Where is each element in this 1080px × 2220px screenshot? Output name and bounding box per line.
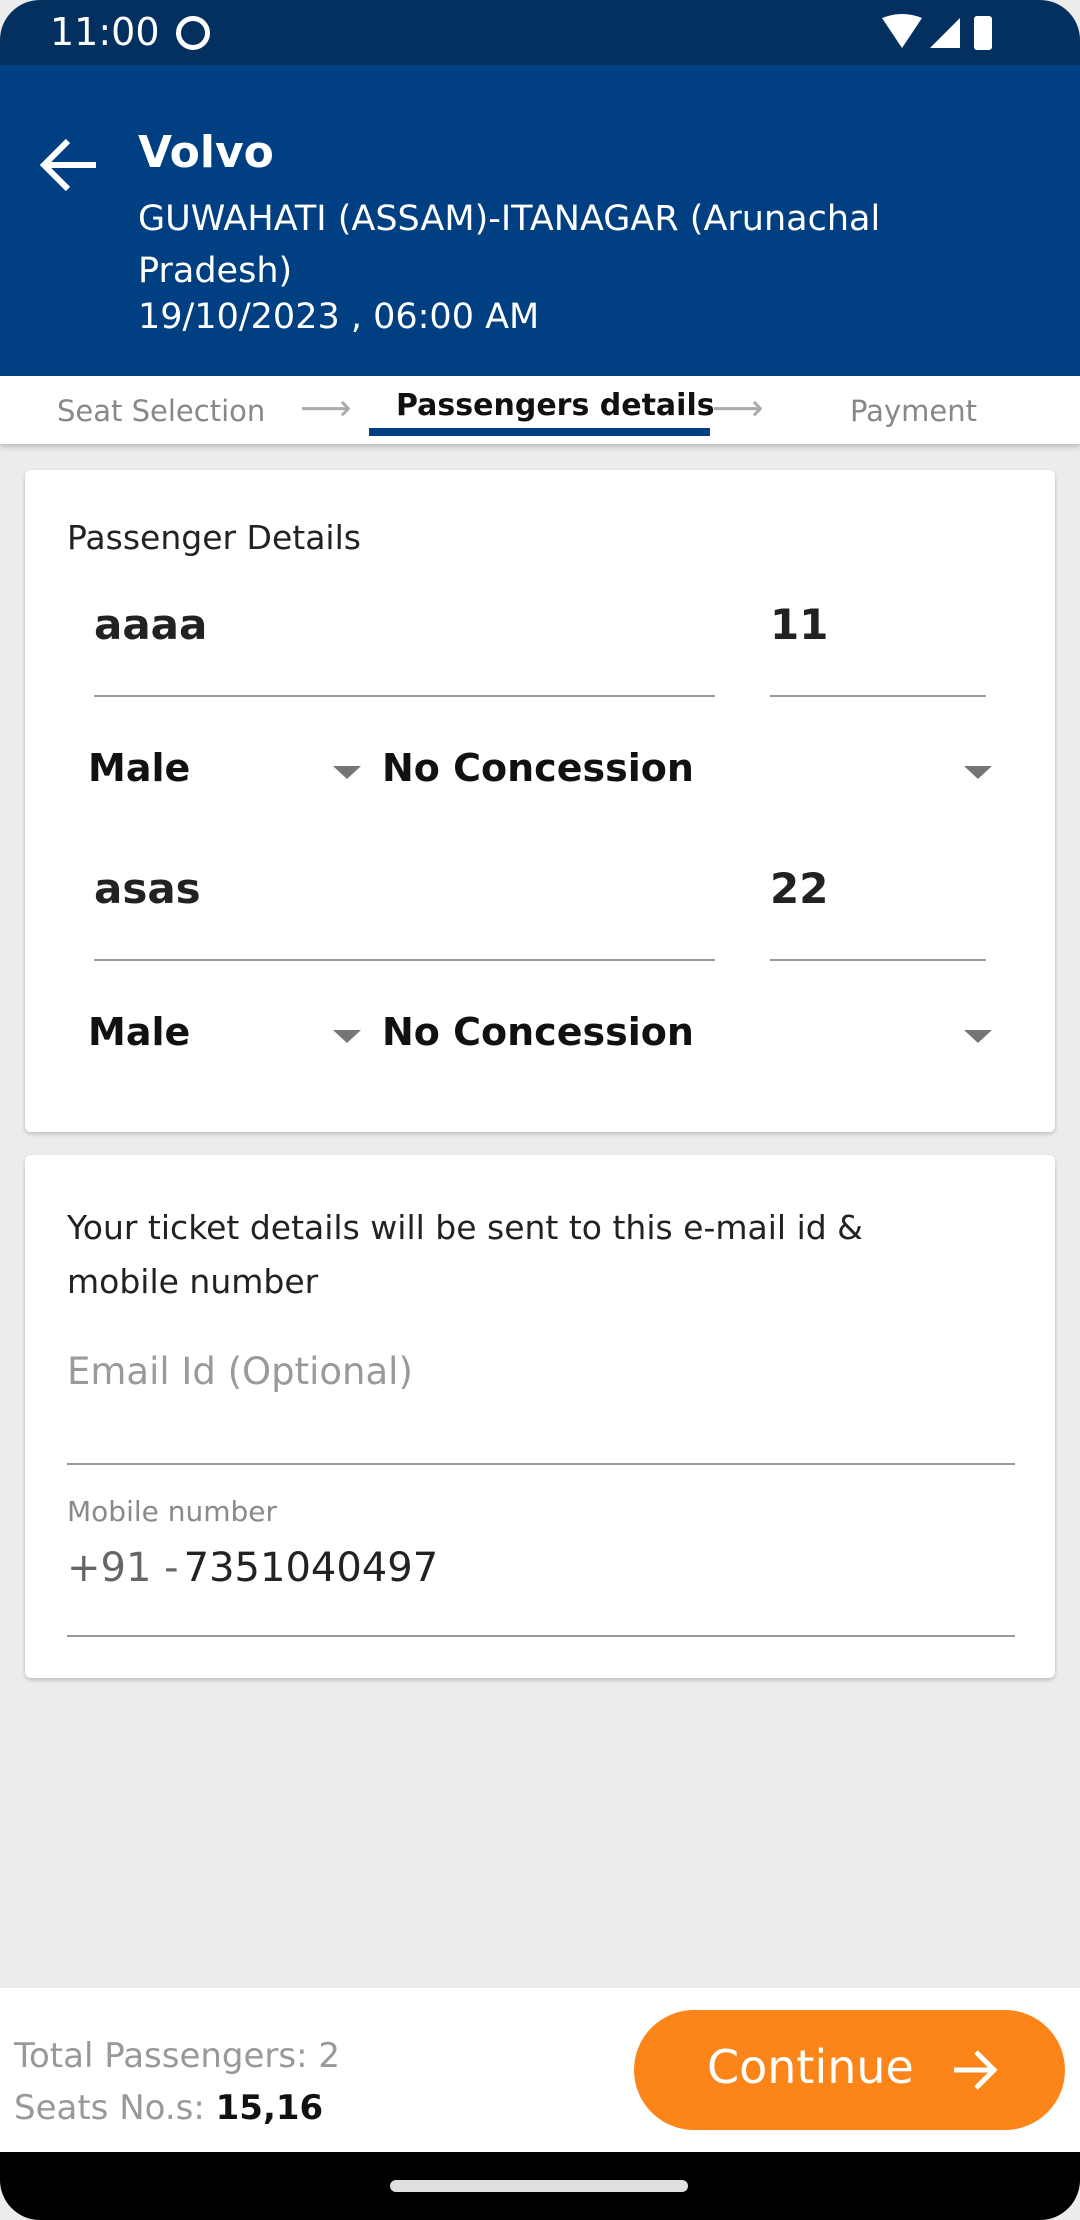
bottom-bar: Total Passengers: 2 Seats No.s: 15,16 Co… bbox=[0, 1988, 1080, 2153]
country-code: +91 - bbox=[67, 1545, 179, 1591]
card-title: Passenger Details bbox=[67, 518, 361, 557]
active-step-indicator bbox=[369, 428, 710, 436]
passenger-details-card: Passenger Details aaaa 11 Male No Conces… bbox=[25, 470, 1055, 1132]
stepper: Seat Selection ⟶ Passengers details ⟶ Pa… bbox=[0, 376, 1080, 444]
mobile-label: Mobile number bbox=[67, 1495, 278, 1528]
dropdown-arrow-icon bbox=[964, 1030, 992, 1043]
step-passengers-details: Passengers details bbox=[396, 388, 715, 423]
continue-label: Continue bbox=[707, 2040, 914, 2094]
passenger-age-input[interactable]: 11 bbox=[770, 598, 986, 697]
mobile-value: 7351040497 bbox=[183, 1545, 439, 1591]
passenger-name-input[interactable]: aaaa bbox=[94, 598, 715, 697]
gender-select[interactable]: Male bbox=[88, 746, 388, 802]
app-header: Volvo GUWAHATI (ASSAM)-ITANAGAR (Arunach… bbox=[0, 65, 1080, 376]
concession-select[interactable]: No Concession bbox=[382, 746, 1022, 802]
journey-datetime: 19/10/2023 , 06:00 AM bbox=[138, 297, 540, 337]
gender-value: Male bbox=[88, 746, 191, 790]
back-arrow-icon[interactable] bbox=[38, 137, 100, 193]
notification-icon bbox=[176, 16, 210, 50]
page-title: Volvo bbox=[138, 127, 274, 178]
arrow-right-icon: ⟶ bbox=[712, 388, 764, 429]
contact-card: Your ticket details will be sent to this… bbox=[25, 1155, 1055, 1678]
battery-icon bbox=[974, 16, 992, 50]
status-time: 11:00 bbox=[50, 10, 160, 54]
seat-numbers: 15,16 bbox=[215, 2088, 324, 2128]
dropdown-arrow-icon bbox=[333, 1030, 361, 1043]
dropdown-arrow-icon bbox=[964, 766, 992, 779]
gender-select[interactable]: Male bbox=[88, 1010, 388, 1066]
continue-button[interactable]: Continue bbox=[634, 2010, 1065, 2130]
step-payment: Payment bbox=[850, 394, 977, 428]
dropdown-arrow-icon bbox=[333, 766, 361, 779]
passenger-age-input[interactable]: 22 bbox=[770, 862, 986, 961]
passenger-name-input[interactable]: asas bbox=[94, 862, 715, 961]
wifi-icon bbox=[882, 14, 992, 50]
mobile-input[interactable]: +91 - 7351040497 bbox=[67, 1545, 1015, 1637]
total-passengers: Total Passengers: 2 bbox=[14, 2036, 341, 2076]
email-input[interactable]: Email Id (Optional) bbox=[67, 1350, 1015, 1465]
arrow-right-icon: ⟶ bbox=[300, 388, 352, 429]
arrow-right-icon bbox=[954, 2050, 998, 2090]
contact-info-text: Your ticket details will be sent to this… bbox=[67, 1208, 863, 1301]
step-seat-selection: Seat Selection bbox=[57, 394, 266, 428]
seats-label: Seats No.s: bbox=[14, 2088, 205, 2128]
home-handle[interactable] bbox=[390, 2180, 688, 2192]
route: GUWAHATI (ASSAM)-ITANAGAR (Arunachal Pra… bbox=[138, 199, 881, 291]
seats-info: Seats No.s: 15,16 bbox=[14, 2088, 323, 2128]
concession-value: No Concession bbox=[382, 746, 694, 790]
navigation-bar bbox=[0, 2152, 1080, 2220]
concession-value: No Concession bbox=[382, 1010, 694, 1054]
gender-value: Male bbox=[88, 1010, 191, 1054]
status-bar: 11:00 bbox=[0, 0, 1080, 66]
concession-select[interactable]: No Concession bbox=[382, 1010, 1022, 1066]
signal-icon bbox=[930, 18, 960, 48]
